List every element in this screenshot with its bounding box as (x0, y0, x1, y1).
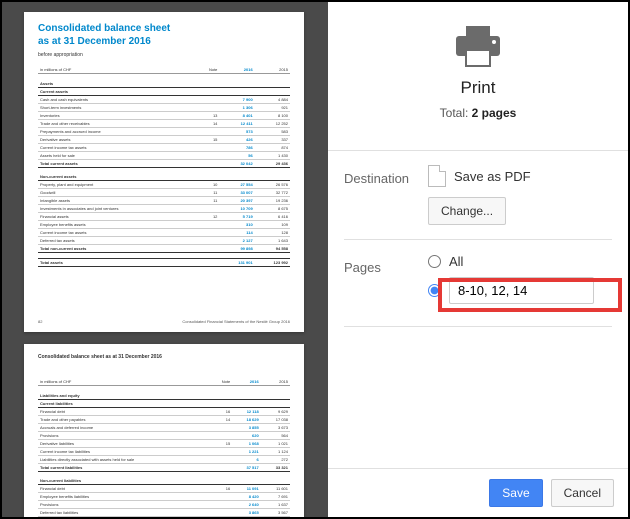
cancel-button[interactable]: Cancel (551, 479, 614, 507)
divider (344, 326, 612, 327)
print-total: Total: 2 pages (328, 106, 628, 120)
doc-title: Consolidated balance sheet as at 31 Dece… (38, 22, 290, 48)
pages-custom-radio[interactable] (428, 284, 441, 297)
pages-all-radio[interactable] (428, 255, 441, 268)
doc-subtitle: before appropriation (38, 52, 290, 58)
change-destination-button[interactable]: Change... (428, 197, 506, 225)
save-button[interactable]: Save (489, 479, 542, 507)
dialog-footer: Save Cancel (328, 468, 628, 517)
print-title: Print (328, 78, 628, 98)
printer-icon (452, 24, 504, 68)
divider (328, 150, 628, 151)
doc-title-line2: as at 31 December 2016 (38, 36, 151, 47)
divider (344, 239, 612, 240)
destination-label: Destination (344, 165, 428, 186)
pages-label: Pages (344, 254, 428, 275)
pages-all-row: All (428, 254, 612, 269)
preview-page-2: Consolidated balance sheet as at 31 Dece… (24, 344, 304, 517)
page-footer-text: Consolidated Financial Statements of the… (182, 319, 290, 324)
print-total-label: Total: (440, 106, 472, 120)
print-total-value: 2 pages (472, 106, 517, 120)
page-number: 82 (38, 319, 42, 324)
destination-value-row: Save as PDF (428, 165, 612, 187)
pdf-icon (428, 165, 446, 187)
balance-sheet-table-2: in millions of CHFNote20162015Liabilitie… (38, 378, 290, 517)
pages-row: Pages All (344, 254, 612, 312)
pages-all-label[interactable]: All (449, 254, 463, 269)
page-footer: 82 Consolidated Financial Statements of … (38, 319, 290, 324)
print-panel: Print Total: 2 pages Destination Save as… (328, 2, 628, 517)
balance-sheet-table-1: in millions of CHFNote20162015AssetsCurr… (38, 66, 290, 267)
destination-name: Save as PDF (454, 169, 531, 184)
pages-custom-input[interactable] (449, 277, 594, 304)
app-container: Consolidated balance sheet as at 31 Dece… (0, 0, 630, 519)
print-settings: Destination Save as PDF Change... Pages … (328, 165, 628, 341)
print-header: Print Total: 2 pages (328, 2, 628, 136)
preview-page-1: Consolidated balance sheet as at 31 Dece… (24, 12, 304, 332)
pages-custom-row (428, 277, 612, 304)
destination-row: Destination Save as PDF Change... (344, 165, 612, 225)
preview-panel: Consolidated balance sheet as at 31 Dece… (2, 2, 328, 517)
doc-title-line1: Consolidated balance sheet (38, 23, 170, 34)
